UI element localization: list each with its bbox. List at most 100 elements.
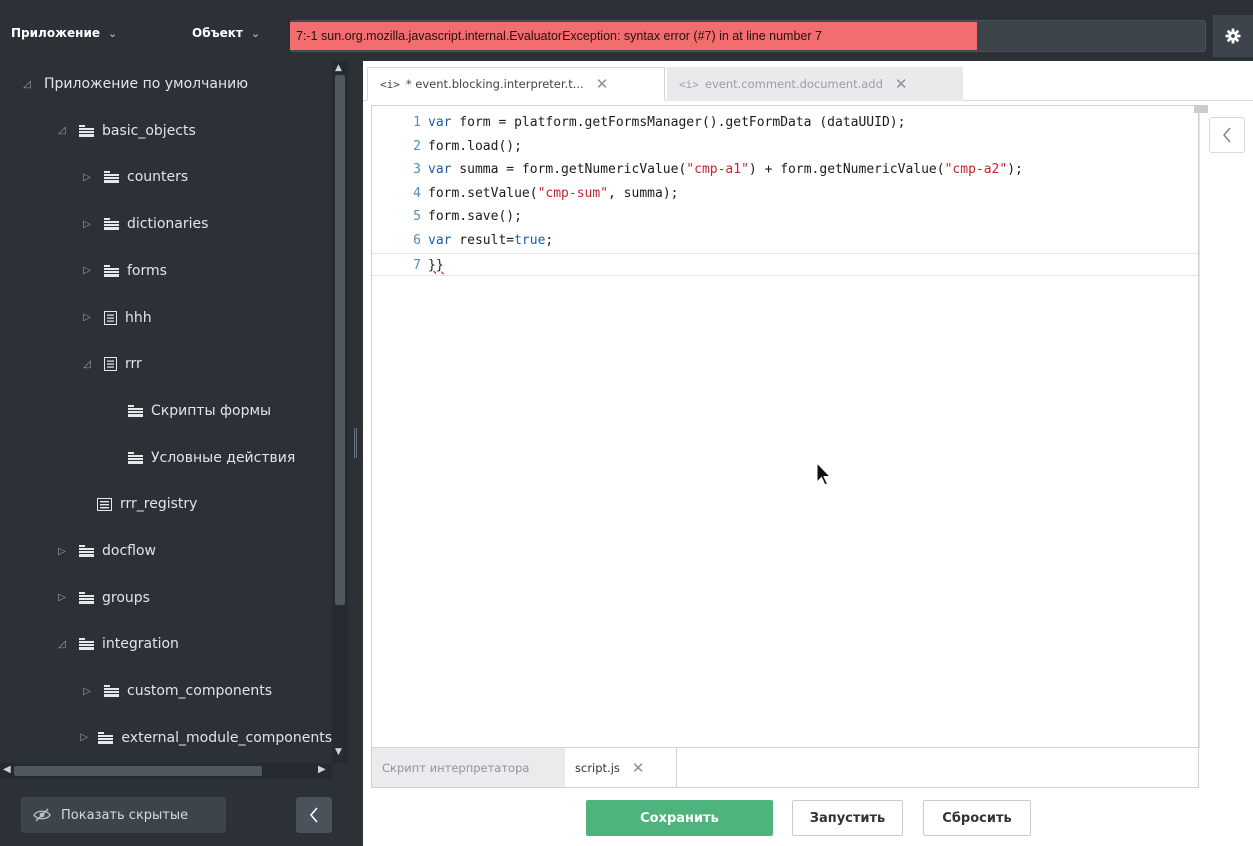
editor-panel: <i> * event.blocking.interpreter.t... ✕ …	[363, 61, 1253, 846]
collapse-arrow-icon[interactable]: ◿	[55, 125, 69, 136]
right-side-panel	[1194, 105, 1253, 748]
tree-item[interactable]: ◿ rrr	[0, 341, 332, 387]
line-number: 4	[413, 185, 421, 201]
scrollbar-thumb[interactable]	[14, 766, 262, 776]
collapse-arrow-icon[interactable]: ◿	[20, 79, 34, 90]
tab-script-js[interactable]: script.js ✕	[565, 748, 677, 787]
code-token: form.setValue(	[428, 185, 538, 201]
folder-icon	[79, 638, 94, 651]
expand-right-panel-button[interactable]	[1209, 117, 1245, 153]
code-token: result=	[451, 232, 515, 248]
tree-item[interactable]: ▷ forms	[0, 248, 332, 294]
folder-icon	[79, 591, 94, 604]
tab-interpreter-script[interactable]: Скрипт интерпретатора	[372, 748, 565, 787]
tab-label: script.js	[575, 760, 620, 775]
expand-arrow-icon[interactable]: ▷	[80, 265, 94, 276]
sidebar-vertical-scrollbar[interactable]: ▲ ▼	[332, 61, 348, 763]
scroll-up-icon[interactable]: ▲	[335, 63, 342, 73]
code-editor[interactable]: 1 var form = platform.getFormsManager().g…	[371, 105, 1199, 748]
scroll-right-icon[interactable]: ▶	[318, 764, 326, 775]
expand-arrow-icon[interactable]: ▷	[80, 312, 94, 323]
code-line[interactable]: 2 form.load();	[372, 135, 1198, 159]
tree-item[interactable]: ◿ integration	[0, 621, 332, 667]
app-menu[interactable]: Приложение ⌄	[11, 26, 117, 40]
expand-arrow-icon[interactable]: ▷	[80, 172, 94, 183]
tree-item[interactable]: ◿ basic_objects	[0, 108, 332, 154]
sidebar-horizontal-scrollbar[interactable]: ◀ ▶	[0, 763, 332, 779]
show-hidden-button[interactable]: Показать скрытые	[21, 797, 226, 833]
tree-item-label: rrr_registry	[120, 496, 198, 513]
gear-icon	[1225, 28, 1241, 44]
code-token: form = platform.getFormsManager().getFor…	[451, 115, 906, 130]
code-line[interactable]: 6 var result=true;	[372, 229, 1198, 253]
tree-item[interactable]: ▷ docflow	[0, 528, 332, 574]
tree-item[interactable]: ▷ dictionaries	[0, 201, 332, 247]
expand-arrow-icon[interactable]: ▷	[80, 686, 94, 697]
expand-arrow-icon[interactable]: ▷	[80, 732, 88, 743]
chevron-left-icon	[309, 807, 318, 823]
folder-icon	[104, 171, 119, 184]
folder-icon	[104, 264, 119, 277]
reset-button[interactable]: Сбросить	[923, 800, 1031, 836]
tab-label: * event.blocking.interpreter.t...	[405, 77, 584, 91]
form-icon	[104, 310, 117, 325]
folder-icon	[104, 218, 119, 231]
tree-item-label: basic_objects	[102, 122, 196, 139]
code-token: "cmp-a2"	[944, 162, 1008, 178]
tree-item[interactable]: rrr_registry	[0, 481, 332, 527]
code-token: "cmp-a1"	[686, 162, 749, 178]
expand-arrow-icon[interactable]: ▷	[80, 219, 94, 230]
code-lines[interactable]: 1 var form = platform.getFormsManager().g…	[372, 111, 1198, 277]
scrollbar-thumb[interactable]	[335, 75, 345, 605]
tree-item-label: rrr	[125, 356, 142, 373]
close-icon[interactable]: ✕	[632, 759, 645, 777]
error-message: 7:-1 sun.org.mozilla.javascript.internal…	[290, 22, 977, 50]
tree-item[interactable]: ◿ Приложение по умолчанию	[0, 61, 332, 107]
object-menu[interactable]: Объект ⌄	[192, 26, 260, 40]
run-button[interactable]: Запустить	[792, 800, 903, 836]
tree-item[interactable]: ▷ external_module_components	[0, 715, 332, 761]
tree-item[interactable]: ▷ hhh	[0, 295, 332, 341]
scroll-down-icon[interactable]: ▼	[335, 747, 342, 757]
tree-item-label: groups	[102, 589, 150, 606]
tree-item-label: dictionaries	[127, 216, 209, 233]
line-number: 2	[413, 138, 421, 154]
tree-item[interactable]: Скрипты формы	[0, 388, 332, 434]
panel-splitter-handle[interactable]	[354, 428, 357, 458]
tree-item[interactable]: ▷ groups	[0, 575, 332, 621]
close-icon[interactable]: ✕	[596, 75, 609, 93]
action-bar: Сохранить Запустить Сбросить	[363, 788, 1253, 846]
code-token: summa = form.getNumericValue(	[451, 162, 687, 178]
tree-item-label: forms	[127, 262, 167, 279]
collapse-sidebar-button[interactable]	[296, 797, 332, 833]
collapse-arrow-icon[interactable]: ◿	[80, 359, 94, 370]
settings-button[interactable]	[1213, 15, 1253, 57]
tree-item[interactable]: ▷ counters	[0, 154, 332, 200]
tree-item[interactable]: ▷ custom_components	[0, 668, 332, 714]
tree-item-label: integration	[102, 636, 179, 653]
folder-icon	[79, 545, 94, 557]
collapse-arrow-icon[interactable]: ◿	[55, 639, 69, 650]
code-token: var	[428, 162, 452, 178]
code-token: ) + form.getNumericValue(	[748, 162, 945, 178]
code-line[interactable]: 7}}	[372, 252, 1198, 277]
editor-scrollbar-thumb[interactable]	[1194, 105, 1208, 113]
code-line[interactable]: 4 form.setValue("cmp-sum", summa);	[372, 182, 1198, 206]
code-token: var	[428, 232, 452, 248]
tab-event-comment-document-add[interactable]: <i> event.comment.document.add ✕	[667, 67, 963, 101]
code-token: );	[1007, 162, 1023, 178]
top-bar: Приложение ⌄ Объект ⌄ 7:-1 sun.org.mozil…	[0, 0, 1253, 61]
tree-item[interactable]: Условные действия	[0, 435, 332, 481]
code-line[interactable]: 3 var summa = form.getNumericValue("cmp-a…	[372, 158, 1198, 182]
eye-off-icon	[33, 808, 51, 822]
tree-item-label: docflow	[102, 543, 156, 559]
code-token: "cmp-sum"	[537, 185, 609, 201]
code-line[interactable]: 5 form.save();	[372, 205, 1198, 229]
tab-event-blocking-interpreter[interactable]: <i> * event.blocking.interpreter.t... ✕	[367, 67, 665, 101]
expand-arrow-icon[interactable]: ▷	[55, 592, 69, 603]
expand-arrow-icon[interactable]: ▷	[55, 546, 69, 557]
close-icon[interactable]: ✕	[895, 75, 908, 93]
code-line[interactable]: 1 var form = platform.getFormsManager().g…	[372, 111, 1198, 135]
save-button[interactable]: Сохранить	[586, 800, 773, 836]
scroll-left-icon[interactable]: ◀	[3, 764, 11, 775]
